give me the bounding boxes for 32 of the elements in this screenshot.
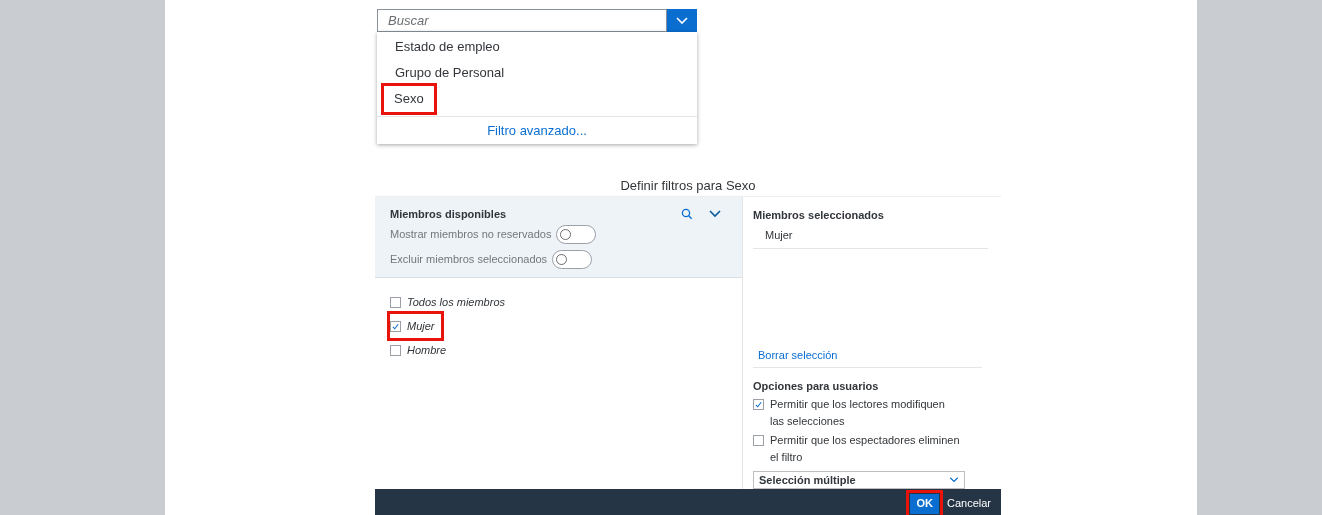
option-checkbox-item[interactable]: Permitir que los espectadores eliminen el filtro (753, 431, 988, 466)
member-checkbox-item[interactable]: Hombre (390, 341, 447, 359)
checkbox[interactable] (753, 434, 764, 446)
menu-item[interactable]: Grupo de Personal (385, 60, 515, 86)
chevron-down-icon (949, 476, 959, 483)
checkbox[interactable] (390, 344, 401, 356)
panel-title: Miembros disponibles (390, 206, 508, 222)
menu-item[interactable]: Sexo (384, 86, 434, 112)
selection-mode-dropdown[interactable]: Selección múltiple (753, 470, 965, 489)
toggle-switch[interactable] (556, 225, 597, 244)
member-checkbox-item[interactable]: Mujer (390, 313, 441, 339)
cancel-button[interactable]: Cancelar (944, 493, 993, 514)
selected-member: Mujer (753, 223, 988, 249)
checkbox[interactable] (390, 320, 401, 332)
chevron-down-icon[interactable] (709, 210, 721, 218)
member-checkbox-item[interactable]: Todos los miembros (390, 293, 506, 311)
checkbox[interactable] (753, 398, 764, 410)
toggle-label: Mostrar miembros no reservados (390, 227, 552, 243)
dialog-title: Definir filtros para Sexo (620, 176, 756, 195)
dropdown-button[interactable] (667, 9, 697, 32)
section-title: Opciones para usuarios (753, 378, 880, 394)
search-field[interactable]: Buscar (377, 9, 667, 32)
panel-title: Miembros seleccionados (753, 208, 885, 223)
search-icon[interactable] (681, 208, 693, 220)
toggle-switch[interactable] (552, 250, 593, 269)
menu-item[interactable]: Estado de empleo (385, 34, 510, 60)
option-checkbox-item[interactable]: Permitir que los lectores modifiquen las selecciones (753, 395, 988, 430)
advanced-filter-link[interactable]: Filtro avanzado... (487, 120, 587, 141)
checkbox[interactable] (390, 296, 401, 308)
toggle-label: Excluir miembros seleccionados (390, 252, 548, 268)
chevron-down-icon (676, 16, 688, 25)
clear-selection-link[interactable]: Borrar selección (758, 347, 838, 364)
